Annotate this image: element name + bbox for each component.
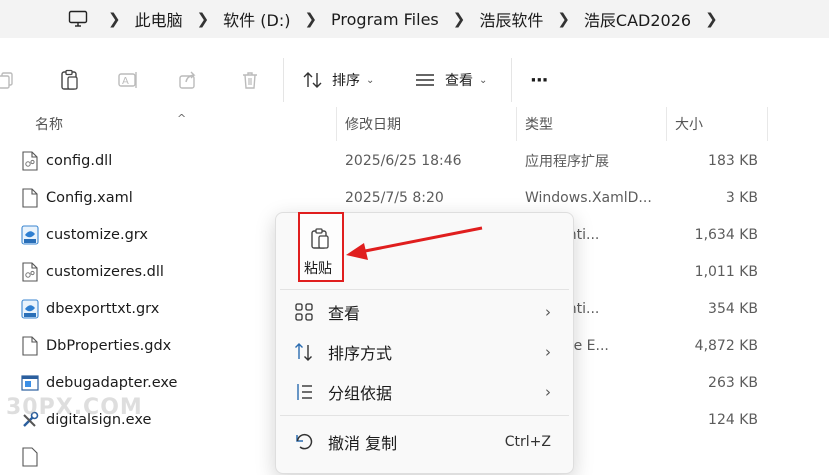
annotation-arrow bbox=[346, 226, 483, 260]
